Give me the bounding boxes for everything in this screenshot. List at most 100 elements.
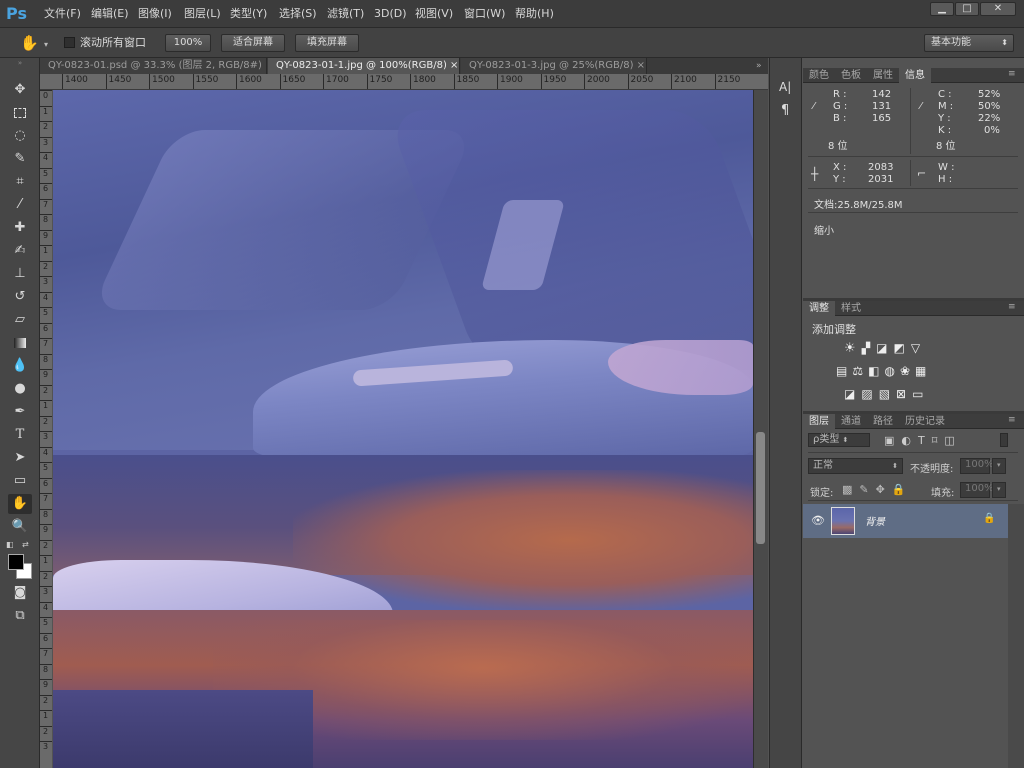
fit-screen-button[interactable]: 适合屏幕 (221, 34, 285, 52)
selective-color-icon[interactable]: ⊠ (896, 387, 906, 401)
default-colors-icon[interactable]: ◧ (6, 540, 16, 549)
pen-icon[interactable]: ✒ (8, 402, 32, 422)
channel-mixer-icon[interactable]: ❀ (900, 364, 910, 378)
collapse-tools-icon[interactable]: » (0, 60, 40, 67)
type-icon[interactable]: T (8, 425, 32, 445)
hand-tool-icon[interactable]: ✋ (8, 494, 32, 514)
close-tab-icon[interactable]: × (637, 60, 645, 71)
paragraph-panel-icon[interactable]: ¶ (781, 103, 797, 119)
filter-type-icon[interactable]: T (918, 434, 925, 447)
lock-position-icon[interactable]: ✥ (876, 483, 885, 496)
horizontal-ruler[interactable]: 1400 1450 1500 1550 1600 1650 1700 1750 1800 1850… (40, 74, 768, 90)
fill-input[interactable]: 100% (960, 482, 994, 498)
marquee-icon[interactable] (8, 103, 32, 123)
invert-icon[interactable]: ◪ (844, 387, 855, 401)
lasso-icon[interactable]: ◌ (8, 126, 32, 146)
tab-document-1[interactable]: QY-0823-01.psd @ 33.3% (图层 2, RGB/8#) × (40, 58, 267, 74)
zoom-100-button[interactable]: 100% (165, 34, 211, 52)
layer-name[interactable]: 背景 (865, 513, 885, 528)
path-select-icon[interactable]: ➤ (8, 448, 32, 468)
zoom-icon[interactable]: 🔍 (8, 517, 32, 537)
vibrance-icon[interactable]: ▽ (911, 341, 920, 355)
fill-screen-button[interactable]: 填充屏幕 (295, 34, 359, 52)
tab-styles[interactable]: 样式 (835, 301, 867, 316)
blend-mode-select[interactable]: 正常 ⬍ (808, 458, 903, 474)
fill-dropdown-icon[interactable]: ▾ (992, 482, 1006, 498)
brush-icon[interactable]: ✍ (8, 241, 32, 261)
lock-transparent-icon[interactable]: ▩ (842, 483, 852, 496)
tool-preset-chevron-icon[interactable]: ▾ (44, 40, 52, 49)
menu-layer[interactable]: 图层(L) (184, 0, 221, 28)
tab-info[interactable]: 信息 (899, 68, 931, 83)
tab-document-2[interactable]: QY-0823-01-1.jpg @ 100%(RGB/8) × (268, 58, 460, 74)
exposure-icon[interactable]: ◩ (893, 341, 904, 355)
curves-icon[interactable]: ◪ (876, 341, 887, 355)
color-lookup-icon[interactable]: ▦ (915, 364, 926, 378)
tab-layers[interactable]: 图层 (803, 414, 835, 429)
layer-filter-select[interactable]: ρ类型 ⬍ (808, 433, 870, 447)
gradient-map-icon[interactable]: ▭ (912, 387, 923, 401)
adjust-panel-menu-icon[interactable]: ≡ (1008, 302, 1016, 312)
layers-panel-menu-icon[interactable]: ≡ (1008, 415, 1016, 425)
color-balance-icon[interactable]: ⚖ (852, 364, 863, 378)
tab-adjustments[interactable]: 调整 (803, 301, 835, 316)
black-white-icon[interactable]: ◧ (868, 364, 879, 378)
hand-icon[interactable]: ✋ (20, 32, 44, 54)
close-window-button[interactable]: ✕ (980, 2, 1016, 16)
tab-color[interactable]: 颜色 (803, 68, 835, 83)
dodge-icon[interactable]: ● (8, 379, 32, 399)
eraser-icon[interactable]: ▱ (8, 310, 32, 330)
photo-filter-icon[interactable]: ◍ (884, 364, 894, 378)
vertical-ruler[interactable]: 0 1 2 3 4 5 6 7 8 9 1 2 3 4 5 6 7 8 9 2 1 2 3 4 5 6 7 8 9 2 1 2 3 4 5 6 7 8 9 2… (40, 90, 52, 768)
minimize-button[interactable]: ▁ (930, 2, 954, 16)
quick-mask-icon[interactable]: ◙ (8, 583, 32, 603)
document-canvas[interactable] (53, 90, 753, 768)
tab-document-3[interactable]: QY-0823-01-3.jpg @ 25%(RGB/8) × (461, 58, 647, 74)
screen-mode-icon[interactable]: ⧉ (8, 606, 32, 626)
menu-view[interactable]: 视图(V) (415, 0, 453, 28)
tab-swatches[interactable]: 色板 (835, 68, 867, 83)
menu-window[interactable]: 窗口(W) (464, 0, 505, 28)
opacity-input[interactable]: 100% (960, 458, 994, 474)
tab-properties[interactable]: 属性 (867, 68, 899, 83)
panel-menu-icon[interactable]: ≡ (1008, 69, 1016, 79)
opacity-dropdown-icon[interactable]: ▾ (992, 458, 1006, 474)
filter-smart-icon[interactable]: ◫ (944, 434, 954, 447)
gradient-icon[interactable] (8, 333, 32, 353)
quick-select-icon[interactable]: ✎ (8, 149, 32, 169)
crop-icon[interactable]: ⌗ (8, 172, 32, 192)
menu-3d[interactable]: 3D(D) (374, 0, 407, 28)
foreground-color-swatch[interactable] (8, 554, 24, 570)
filter-pixel-icon[interactable]: ▣ (884, 434, 894, 447)
healing-icon[interactable]: ✚ (8, 218, 32, 238)
menu-filter[interactable]: 滤镜(T) (327, 0, 364, 28)
swap-colors-icon[interactable]: ⇄ (22, 540, 32, 549)
filter-adjust-icon[interactable]: ◐ (901, 434, 911, 447)
history-brush-icon[interactable]: ↺ (8, 287, 32, 307)
posterize-icon[interactable]: ▨ (861, 387, 872, 401)
move-icon[interactable]: ✥ (8, 80, 32, 100)
character-panel-icon[interactable]: A| (779, 80, 795, 96)
workspace-select[interactable]: 基本功能 ⬍ (924, 34, 1014, 52)
scrollbar-thumb[interactable] (756, 432, 765, 544)
brightness-contrast-icon[interactable]: ☀ (844, 341, 856, 356)
close-tab-icon[interactable]: × (265, 60, 266, 71)
close-tab-icon[interactable]: × (450, 60, 458, 71)
menu-image[interactable]: 图像(I) (138, 0, 172, 28)
scroll-all-checkbox[interactable] (64, 37, 75, 48)
tabs-overflow-icon[interactable]: » (756, 58, 768, 74)
levels-icon[interactable]: ▞ (862, 342, 870, 355)
menu-file[interactable]: 文件(F) (44, 0, 81, 28)
menu-select[interactable]: 选择(S) (279, 0, 317, 28)
lock-all-icon[interactable]: 🔒 (892, 483, 906, 496)
menu-help[interactable]: 帮助(H) (515, 0, 554, 28)
hue-saturation-icon[interactable]: ▤ (836, 364, 847, 378)
menu-type[interactable]: 类型(Y) (230, 0, 267, 28)
shape-icon[interactable]: ▭ (8, 471, 32, 491)
eyedropper-icon[interactable]: ⁄ (8, 195, 32, 215)
tab-channels[interactable]: 通道 (835, 414, 867, 429)
filter-toggle[interactable] (1000, 433, 1008, 447)
blur-icon[interactable]: 💧 (8, 356, 32, 376)
lock-pixels-icon[interactable]: ✎ (859, 483, 868, 496)
maximize-button[interactable]: □ (955, 2, 979, 16)
